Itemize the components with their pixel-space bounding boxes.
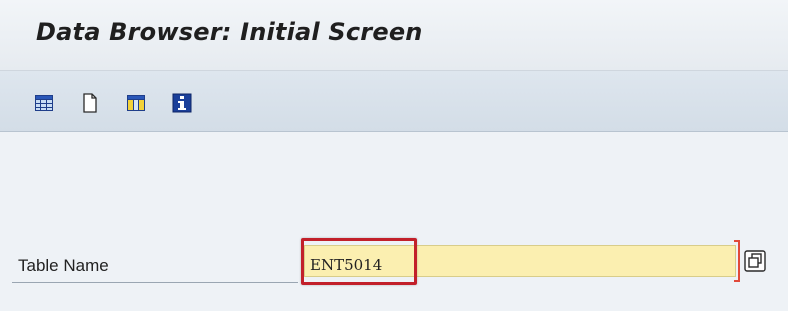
required-field-bracket xyxy=(734,240,740,282)
highlight-box xyxy=(301,238,417,285)
application-toolbar xyxy=(0,71,788,132)
value-help-icon[interactable] xyxy=(744,250,766,272)
info-icon[interactable] xyxy=(172,93,192,113)
table-name-label: Table Name xyxy=(18,256,109,275)
table-contents-icon[interactable] xyxy=(34,93,54,113)
page-title: Data Browser: Initial Screen xyxy=(36,18,423,46)
new-entries-icon[interactable] xyxy=(80,93,100,113)
table-view-icon[interactable] xyxy=(126,93,146,113)
label-underline xyxy=(12,282,298,283)
title-bar: Data Browser: Initial Screen xyxy=(0,0,788,71)
